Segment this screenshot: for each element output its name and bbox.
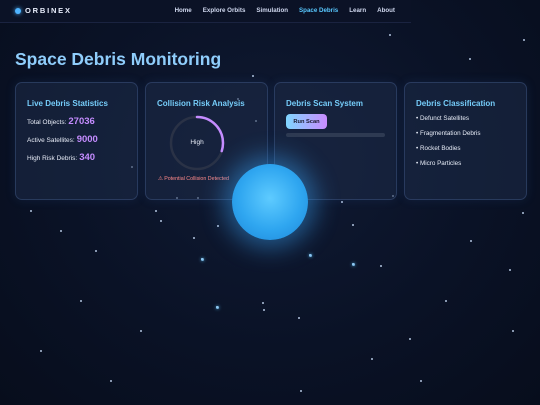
debris-dot: [201, 258, 204, 261]
stats-card-title: Live Debris Statistics: [27, 99, 108, 108]
nav-space-debris[interactable]: Space Debris: [299, 7, 338, 14]
star-dot: [389, 34, 391, 36]
page-title: Space Debris Monitoring: [15, 49, 222, 69]
star-dot: [409, 338, 411, 340]
classification-list: Defunct Satellites Fragmentation Debris …: [416, 115, 481, 175]
star-dot: [522, 212, 524, 214]
star-dot: [193, 237, 195, 239]
earth-globe: [232, 164, 308, 240]
star-dot: [80, 300, 82, 302]
nav-about[interactable]: About: [377, 7, 395, 14]
list-item: Fragmentation Debris: [416, 130, 481, 145]
star-dot: [140, 330, 142, 332]
star-dot: [217, 225, 219, 227]
logo[interactable]: ORBINEX: [15, 6, 72, 15]
brand-name: ORBINEX: [25, 6, 72, 15]
scan-card-title: Debris Scan System: [286, 99, 363, 108]
star-dot: [420, 380, 422, 382]
list-item: Defunct Satellites: [416, 115, 481, 130]
active-satellites-value: 9000: [76, 134, 98, 145]
star-dot: [155, 210, 157, 212]
nav-explore-orbits[interactable]: Explore Orbits: [203, 7, 246, 14]
star-dot: [300, 390, 302, 392]
run-scan-button[interactable]: Run Scan: [286, 114, 327, 129]
risk-level: High: [190, 139, 204, 146]
top-nav: ORBINEX Home Explore Orbits Simulation S…: [0, 0, 411, 23]
stats-card: Live Debris Statistics Total Objects: 270…: [15, 82, 138, 200]
star-dot: [60, 230, 62, 232]
scan-progress-bar: [286, 133, 385, 137]
total-objects-stat: Total Objects: 27036: [27, 116, 95, 127]
star-dot: [95, 250, 97, 252]
star-dot: [252, 75, 254, 77]
debris-dot: [352, 263, 355, 266]
nav-simulation[interactable]: Simulation: [256, 7, 288, 14]
list-item: Rocket Bodies: [416, 145, 481, 160]
debris-dot: [216, 306, 219, 309]
active-satellites-stat: Active Satellites: 9000: [27, 134, 98, 145]
star-dot: [40, 350, 42, 352]
high-risk-value: 340: [79, 152, 96, 163]
star-dot: [371, 358, 373, 360]
star-dot: [110, 380, 112, 382]
collision-warning: ⚠ Potential Collision Detected: [158, 176, 229, 182]
high-risk-stat: High Risk Debris: 340: [27, 152, 95, 163]
star-dot: [341, 201, 343, 203]
star-dot: [445, 300, 447, 302]
star-dot: [30, 210, 32, 212]
high-risk-label: High Risk Debris:: [27, 155, 78, 162]
star-dot: [380, 265, 382, 267]
star-dot: [160, 220, 162, 222]
total-objects-label: Total Objects:: [27, 119, 67, 126]
star-dot: [512, 330, 514, 332]
nav-links: Home Explore Orbits Simulation Space Deb…: [175, 7, 395, 14]
star-dot: [262, 302, 264, 304]
classification-card-title: Debris Classification: [416, 99, 496, 108]
star-dot: [352, 224, 354, 226]
list-item: Micro Particles: [416, 160, 481, 175]
total-objects-value: 27036: [68, 116, 95, 127]
debris-dot: [309, 254, 312, 257]
orbit-icon: [15, 7, 21, 14]
star-dot: [470, 240, 472, 242]
active-satellites-label: Active Satellites:: [27, 137, 75, 144]
star-dot: [263, 309, 265, 311]
star-dot: [298, 317, 300, 319]
nav-learn[interactable]: Learn: [349, 7, 366, 14]
classification-card: Debris Classification Defunct Satellites…: [404, 82, 527, 200]
collision-card-title: Collision Risk Analysis: [157, 99, 245, 108]
star-dot: [469, 58, 471, 60]
star-dot: [523, 39, 525, 41]
nav-home[interactable]: Home: [175, 7, 192, 14]
star-dot: [509, 269, 511, 271]
